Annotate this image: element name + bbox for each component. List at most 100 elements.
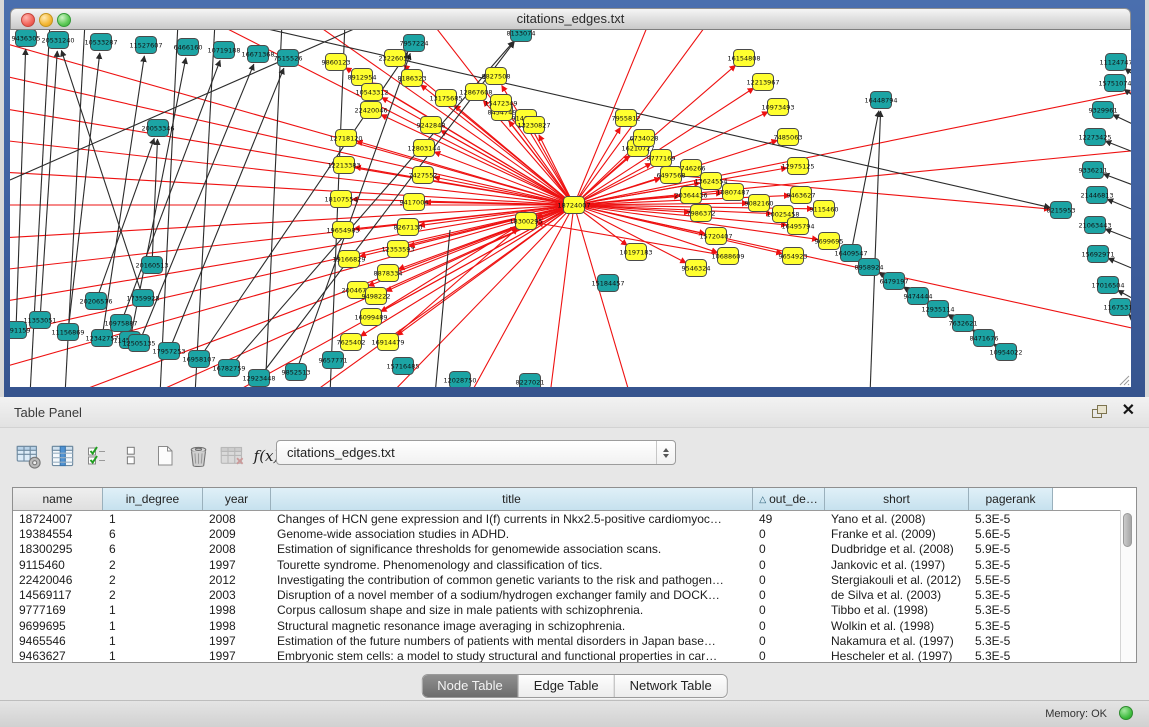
tab-node-table[interactable]: Node Table — [422, 675, 519, 697]
graph-node[interactable]: 9654923 — [779, 248, 808, 265]
delete-column-icon[interactable] — [184, 439, 213, 473]
graph-node[interactable]: 8215953 — [1047, 202, 1076, 219]
network-canvas[interactable]: 9436305205312401053328711527607646616010… — [10, 30, 1131, 387]
graph-node[interactable]: 7957224 — [400, 35, 429, 52]
graph-node[interactable]: 9417004 — [400, 194, 429, 211]
graph-node[interactable]: 20053346 — [141, 120, 174, 137]
graph-node[interactable]: 12975125 — [781, 158, 814, 175]
graph-node[interactable]: 16448794 — [864, 92, 897, 109]
graph-edge[interactable] — [1103, 174, 1131, 188]
graph-node[interactable]: 21446813 — [1080, 187, 1113, 204]
graph-node[interactable]: 9336211 — [1079, 162, 1108, 179]
graph-edge[interactable] — [574, 30, 710, 205]
graph-edge[interactable] — [40, 51, 57, 320]
graph-node[interactable]: 10954022 — [989, 344, 1022, 361]
table-row[interactable]: 2242004622012Investigating the contribut… — [13, 572, 1136, 587]
graph-node[interactable]: 20206576 — [79, 293, 112, 310]
graph-edge[interactable] — [160, 30, 178, 387]
graph-node[interactable]: 8878334 — [374, 265, 403, 282]
graph-node[interactable]: 9115460 — [810, 201, 839, 218]
scrollbar-thumb[interactable] — [1123, 513, 1132, 547]
table-row[interactable]: 1830029562008Estimation of significance … — [13, 542, 1136, 557]
graph-node[interactable]: 7515526 — [274, 50, 303, 67]
graph-node[interactable]: 16914479 — [371, 334, 404, 351]
graph-node[interactable]: 8186323 — [398, 70, 427, 87]
graph-edge[interactable] — [195, 30, 215, 387]
graph-edge[interactable] — [10, 205, 574, 270]
graph-edge[interactable] — [68, 53, 100, 332]
column-header-title[interactable]: title — [271, 488, 753, 510]
float-panel-icon[interactable] — [1091, 404, 1109, 420]
graph-node[interactable]: 16782759 — [212, 360, 245, 377]
graph-node[interactable]: 6479197 — [880, 273, 909, 290]
graph-node[interactable]: 12213383 — [327, 157, 360, 174]
graph-node[interactable]: 10719188 — [207, 42, 240, 59]
graph-node[interactable]: 11124747 — [1099, 54, 1131, 71]
column-header-name[interactable]: name — [13, 488, 103, 510]
graph-edge[interactable] — [96, 138, 154, 301]
delete-table-icon[interactable] — [218, 439, 247, 473]
graph-edge[interactable] — [265, 30, 282, 387]
graph-node[interactable]: 16154808 — [727, 50, 760, 67]
table-row[interactable]: 1456911722003Disruption of a novel membe… — [13, 587, 1136, 602]
resize-grip-icon[interactable] — [1116, 372, 1130, 386]
graph-node[interactable]: 10533287 — [84, 34, 117, 51]
graph-node[interactable]: 15184457 — [591, 275, 624, 292]
graph-node[interactable]: 8133074 — [507, 30, 536, 42]
graph-node[interactable]: 9498222 — [362, 288, 391, 305]
table-row[interactable]: 946362711997Embryonic stem cells: a mode… — [13, 649, 1136, 663]
column-header-pagerank[interactable]: pagerank — [969, 488, 1053, 510]
graph-node[interactable]: 9546324 — [682, 260, 711, 277]
graph-node[interactable]: 9242848 — [417, 117, 446, 134]
graph-node[interactable]: 12353593 — [381, 241, 414, 258]
graph-edge[interactable] — [296, 53, 410, 372]
graph-node[interactable]: 9699695 — [815, 233, 844, 250]
minimize-window-icon[interactable] — [39, 13, 53, 27]
graph-edge[interactable] — [550, 205, 574, 387]
graph-edge[interactable] — [574, 90, 1131, 205]
graph-edge[interactable] — [1124, 89, 1131, 101]
graph-node[interactable]: 15751074 — [1098, 75, 1131, 92]
graph-node[interactable]: 8912954 — [348, 69, 377, 86]
graph-node[interactable]: 20531240 — [41, 32, 74, 49]
unselect-all-rows-icon[interactable] — [116, 439, 145, 473]
graph-node[interactable]: 16958107 — [182, 351, 215, 368]
create-column-icon[interactable] — [150, 439, 179, 473]
graph-edge[interactable] — [1107, 199, 1131, 213]
graph-edge[interactable] — [870, 111, 881, 387]
graph-edge[interactable] — [16, 49, 26, 330]
graph-edge[interactable] — [1113, 115, 1131, 128]
table-row[interactable]: 969969511998Structural magnetic resonanc… — [13, 618, 1136, 633]
graph-node[interactable]: 9827508 — [482, 68, 511, 85]
graph-edge[interactable] — [1128, 314, 1131, 325]
graph-node[interactable]: 9436305 — [12, 30, 41, 47]
graph-node[interactable]: 9860123 — [322, 54, 351, 71]
graph-node[interactable]: 9852513 — [282, 364, 311, 381]
table-row[interactable]: 946554611997Estimation of the future num… — [13, 633, 1136, 648]
graph-node[interactable]: 7427552 — [409, 167, 438, 184]
graph-node[interactable]: 9082160 — [745, 195, 774, 212]
table-row[interactable]: 911546021997Tourette syndrome. Phenomeno… — [13, 557, 1136, 572]
graph-node[interactable]: 13175685 — [429, 90, 462, 107]
graph-node[interactable]: 16671368 — [241, 46, 274, 63]
graph-edge[interactable] — [61, 50, 143, 298]
graph-node[interactable]: 10688609 — [711, 248, 744, 265]
graph-edge[interactable] — [169, 68, 284, 351]
table-select-dropdown[interactable]: citations_edges.txt — [276, 440, 676, 465]
table-row[interactable]: 1872400712008Changes of HCN gene express… — [13, 511, 1136, 526]
graph-node[interactable]: 11156869 — [51, 324, 84, 341]
graph-node[interactable]: 21063443 — [1078, 217, 1111, 234]
table-row[interactable]: 1938455462009Genome-wide association stu… — [13, 526, 1136, 541]
graph-node[interactable]: 7986372 — [687, 205, 716, 222]
network-window-titlebar[interactable]: citations_edges.txt — [10, 8, 1131, 30]
graph-edge[interactable] — [574, 205, 630, 387]
vertical-scrollbar[interactable] — [1120, 510, 1136, 662]
graph-edge[interactable] — [10, 205, 574, 335]
graph-node[interactable]: 12803144 — [407, 140, 440, 157]
graph-node[interactable]: 12273425 — [1078, 129, 1111, 146]
graph-node[interactable]: 9463627 — [787, 187, 816, 204]
graph-edge[interactable] — [851, 111, 879, 253]
graph-node[interactable]: 7625402 — [337, 334, 366, 351]
graph-node[interactable]: 15692971 — [1081, 246, 1114, 263]
column-header-out_de[interactable]: △out_de… — [753, 488, 825, 510]
